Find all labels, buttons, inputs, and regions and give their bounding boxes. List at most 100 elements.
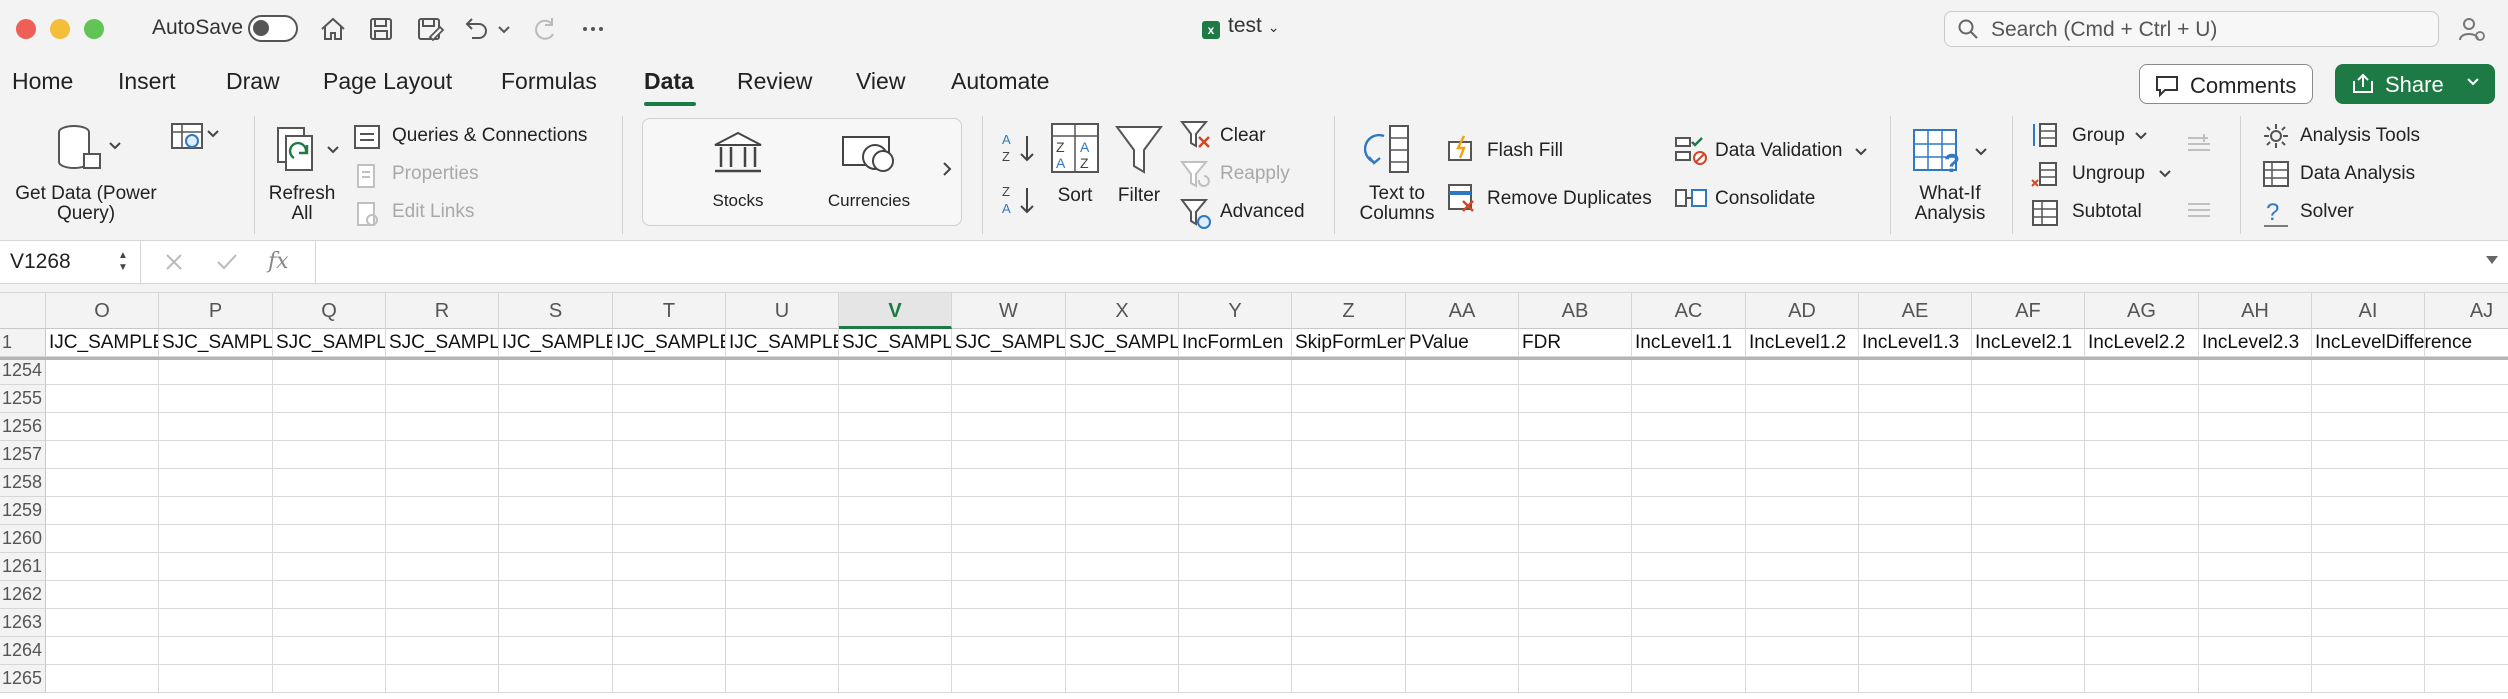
cell-t1262[interactable] bbox=[613, 581, 726, 609]
cell-ad1258[interactable] bbox=[1746, 469, 1859, 497]
cell-u1258[interactable] bbox=[726, 469, 839, 497]
cell-o1261[interactable] bbox=[46, 553, 159, 581]
cell-x1255[interactable] bbox=[1066, 385, 1179, 413]
cell-ae1264[interactable] bbox=[1859, 637, 1972, 665]
cell-r1255[interactable] bbox=[386, 385, 499, 413]
cell-r1[interactable]: SJC_SAMPLE bbox=[386, 329, 499, 357]
row-header-1264[interactable]: 1264 bbox=[0, 637, 46, 665]
cell-ab1263[interactable] bbox=[1519, 609, 1632, 637]
cell-t1261[interactable] bbox=[613, 553, 726, 581]
cell-aa1258[interactable] bbox=[1406, 469, 1519, 497]
row-header-1260[interactable]: 1260 bbox=[0, 525, 46, 553]
cell-ac1[interactable]: IncLevel1.1 bbox=[1632, 329, 1746, 357]
cell-o1257[interactable] bbox=[46, 441, 159, 469]
column-header-u[interactable]: U bbox=[726, 293, 839, 329]
cell-ad1259[interactable] bbox=[1746, 497, 1859, 525]
cell-af1261[interactable] bbox=[1972, 553, 2085, 581]
cell-p1265[interactable] bbox=[159, 665, 273, 693]
cell-r1257[interactable] bbox=[386, 441, 499, 469]
data-analysis-button[interactable]: Data Analysis bbox=[2300, 163, 2415, 185]
analysis-tools-button[interactable]: Analysis Tools bbox=[2300, 125, 2420, 147]
column-header-w[interactable]: W bbox=[952, 293, 1066, 329]
remove-duplicates-button[interactable]: Remove Duplicates bbox=[1487, 188, 1652, 210]
cell-af1255[interactable] bbox=[1972, 385, 2085, 413]
cell-o1264[interactable] bbox=[46, 637, 159, 665]
analysis-tools-icon[interactable] bbox=[2262, 122, 2290, 150]
cell-af1256[interactable] bbox=[1972, 413, 2085, 441]
cell-x1264[interactable] bbox=[1066, 637, 1179, 665]
column-header-aj[interactable]: AJ bbox=[2425, 293, 2508, 329]
advanced-button[interactable]: Advanced bbox=[1220, 201, 1305, 223]
home-icon[interactable] bbox=[316, 12, 350, 46]
share-people-icon[interactable] bbox=[2455, 13, 2489, 47]
cell-r1260[interactable] bbox=[386, 525, 499, 553]
cell-ae1263[interactable] bbox=[1859, 609, 1972, 637]
cell-aa1262[interactable] bbox=[1406, 581, 1519, 609]
cell-o1259[interactable] bbox=[46, 497, 159, 525]
cell-ah1[interactable]: IncLevel2.3 bbox=[2199, 329, 2312, 357]
cell-ah1260[interactable] bbox=[2199, 525, 2312, 553]
queries-connections-icon[interactable] bbox=[352, 123, 382, 151]
cell-t1255[interactable] bbox=[613, 385, 726, 413]
cell-u1263[interactable] bbox=[726, 609, 839, 637]
close-window-button[interactable] bbox=[16, 19, 36, 39]
cell-ab1261[interactable] bbox=[1519, 553, 1632, 581]
row-header-1254[interactable]: 1254 bbox=[0, 357, 46, 385]
cell-z1265[interactable] bbox=[1292, 665, 1406, 693]
cell-ai1264[interactable] bbox=[2312, 637, 2425, 665]
cell-w1255[interactable] bbox=[952, 385, 1066, 413]
column-header-r[interactable]: R bbox=[386, 293, 499, 329]
chevron-down-icon[interactable] bbox=[206, 128, 220, 140]
cell-w1264[interactable] bbox=[952, 637, 1066, 665]
cell-v1260[interactable] bbox=[839, 525, 952, 553]
cell-z1[interactable]: SkipFormLen bbox=[1292, 329, 1406, 357]
cell-r1259[interactable] bbox=[386, 497, 499, 525]
cell-w1256[interactable] bbox=[952, 413, 1066, 441]
cell-af1254[interactable] bbox=[1972, 357, 2085, 385]
cell-y1257[interactable] bbox=[1179, 441, 1292, 469]
cell-s1257[interactable] bbox=[499, 441, 613, 469]
cell-aj1258[interactable] bbox=[2425, 469, 2508, 497]
cell-ag1260[interactable] bbox=[2085, 525, 2199, 553]
cell-s1260[interactable] bbox=[499, 525, 613, 553]
cell-o1258[interactable] bbox=[46, 469, 159, 497]
cell-w1261[interactable] bbox=[952, 553, 1066, 581]
cell-af1265[interactable] bbox=[1972, 665, 2085, 693]
cell-ai1254[interactable] bbox=[2312, 357, 2425, 385]
cell-z1259[interactable] bbox=[1292, 497, 1406, 525]
cell-s1254[interactable] bbox=[499, 357, 613, 385]
database-icon[interactable] bbox=[54, 122, 104, 176]
group-icon[interactable] bbox=[2030, 121, 2060, 151]
cell-z1257[interactable] bbox=[1292, 441, 1406, 469]
data-analysis-icon[interactable] bbox=[2262, 160, 2290, 188]
row-header-1263[interactable]: 1263 bbox=[0, 609, 46, 637]
cell-s1256[interactable] bbox=[499, 413, 613, 441]
row-header-1255[interactable]: 1255 bbox=[0, 385, 46, 413]
subtotal-button[interactable]: Subtotal bbox=[2072, 201, 2142, 223]
cell-ah1265[interactable] bbox=[2199, 665, 2312, 693]
row-header-1256[interactable]: 1256 bbox=[0, 413, 46, 441]
cell-y1258[interactable] bbox=[1179, 469, 1292, 497]
cell-u1254[interactable] bbox=[726, 357, 839, 385]
cell-q1264[interactable] bbox=[273, 637, 386, 665]
cell-t1264[interactable] bbox=[613, 637, 726, 665]
refresh-all-icon[interactable] bbox=[272, 124, 324, 176]
cell-y1[interactable]: IncFormLen bbox=[1179, 329, 1292, 357]
row-header-1258[interactable]: 1258 bbox=[0, 469, 46, 497]
cell-p1263[interactable] bbox=[159, 609, 273, 637]
row-header-1257[interactable]: 1257 bbox=[0, 441, 46, 469]
cell-p1256[interactable] bbox=[159, 413, 273, 441]
cell-u1264[interactable] bbox=[726, 637, 839, 665]
cell-ai1263[interactable] bbox=[2312, 609, 2425, 637]
cell-ai1256[interactable] bbox=[2312, 413, 2425, 441]
stocks-button[interactable]: Stocks bbox=[691, 191, 785, 211]
cell-aj1262[interactable] bbox=[2425, 581, 2508, 609]
cell-ad1264[interactable] bbox=[1746, 637, 1859, 665]
cell-o1[interactable]: IJC_SAMPLE_ bbox=[46, 329, 159, 357]
column-header-o[interactable]: O bbox=[46, 293, 159, 329]
cell-x1[interactable]: SJC_SAMPLE bbox=[1066, 329, 1179, 357]
cell-af1263[interactable] bbox=[1972, 609, 2085, 637]
cell-z1262[interactable] bbox=[1292, 581, 1406, 609]
cell-o1255[interactable] bbox=[46, 385, 159, 413]
cell-v1254[interactable] bbox=[839, 357, 952, 385]
